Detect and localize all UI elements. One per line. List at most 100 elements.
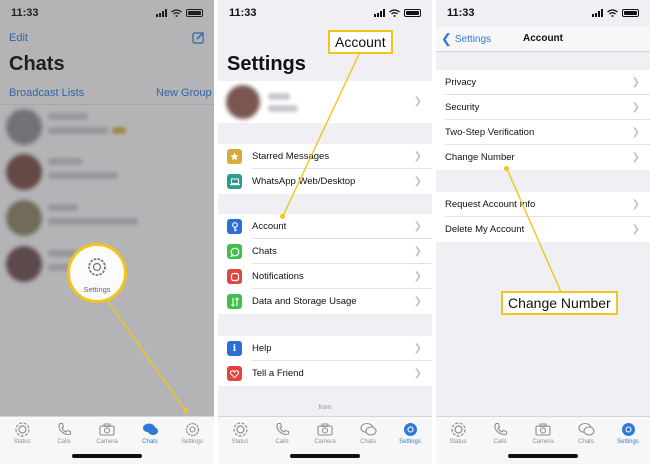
account-item-delete[interactable]: Delete My Account ❯: [436, 217, 650, 242]
settings-item-label: Data and Storage Usage: [252, 296, 357, 307]
tab-bar: Status Calls Camera Chats Settings: [436, 416, 650, 464]
tab-status[interactable]: Status: [438, 422, 478, 445]
battery-icon: [404, 9, 421, 17]
account-callout: Account: [328, 30, 393, 54]
profile-row[interactable]: ❯: [218, 81, 432, 123]
account-item-label: Change Number: [445, 152, 515, 163]
settings-item-web-desktop[interactable]: WhatsApp Web/Desktop ❯: [218, 169, 432, 194]
avatar: [6, 200, 42, 236]
tab-camera[interactable]: Camera: [87, 422, 127, 445]
wifi-icon: [607, 9, 618, 17]
settings-item-notifications[interactable]: Notifications ❯: [218, 264, 432, 289]
settings-item-data-storage[interactable]: Data and Storage Usage ❯: [218, 289, 432, 314]
settings-item-tell-friend[interactable]: Tell a Friend ❯: [218, 361, 432, 386]
callout-dot: [504, 166, 509, 171]
settings-item-starred[interactable]: Starred Messages ❯: [218, 144, 432, 169]
chevron-right-icon: ❯: [631, 127, 640, 138]
settings-item-label: Starred Messages: [252, 151, 330, 162]
callout-label: Settings: [83, 285, 111, 294]
chevron-right-icon: ❯: [413, 96, 422, 107]
tab-label: Settings: [399, 439, 421, 445]
account-item-change-number[interactable]: Change Number ❯: [436, 145, 650, 170]
tab-status[interactable]: Status: [2, 422, 42, 445]
edit-button[interactable]: Edit: [9, 32, 28, 44]
battery-icon: [622, 9, 639, 17]
page-title: Account: [523, 33, 563, 44]
tab-label: Settings: [617, 439, 639, 445]
camera-icon: [99, 423, 115, 436]
tab-chats[interactable]: Chats: [348, 422, 388, 445]
chat-row[interactable]: [0, 104, 214, 150]
new-group-link[interactable]: New Group: [156, 87, 212, 99]
settings-item-label: Tell a Friend: [252, 368, 304, 379]
info-icon: i: [227, 341, 242, 356]
account-item-label: Delete My Account: [445, 224, 525, 235]
tab-bar: Status Calls Camera Chats Settings: [218, 416, 432, 464]
tab-calls[interactable]: Calls: [480, 422, 520, 445]
settings-item-chats[interactable]: Chats ❯: [218, 239, 432, 264]
tab-calls[interactable]: Calls: [262, 422, 302, 445]
status-time: 11:33: [11, 7, 39, 19]
settings-callout: Settings: [67, 243, 127, 303]
account-item-privacy[interactable]: Privacy ❯: [436, 70, 650, 95]
broadcast-lists-link[interactable]: Broadcast Lists: [9, 87, 84, 99]
heart-icon: [227, 366, 242, 381]
status-bar: 11:33: [218, 0, 432, 26]
tab-chats[interactable]: Chats: [566, 422, 606, 445]
chat-row[interactable]: [0, 150, 214, 196]
status-icon: [14, 422, 30, 437]
settings-item-label: WhatsApp Web/Desktop: [252, 176, 356, 187]
chats-icon: [142, 423, 158, 435]
tab-label: Camera: [96, 439, 118, 445]
bell-icon: [227, 269, 242, 284]
tab-settings[interactable]: Settings: [172, 422, 212, 445]
tab-camera[interactable]: Camera: [523, 422, 563, 445]
account-screen: 11:33 ❮ Settings Account Privacy ❯ Secur…: [436, 0, 650, 464]
signal-icon: [156, 9, 167, 17]
change-number-callout: Change Number: [501, 291, 618, 315]
settings-item-account[interactable]: Account ❯: [218, 214, 432, 239]
tab-bar: Status Calls Camera Chats Settings: [0, 416, 214, 464]
tab-status[interactable]: Status: [220, 422, 260, 445]
chevron-right-icon: ❯: [413, 246, 422, 257]
status-icon: [232, 422, 248, 437]
tab-camera[interactable]: Camera: [305, 422, 345, 445]
status-bar: 11:33: [436, 0, 650, 26]
account-item-two-step[interactable]: Two-Step Verification ❯: [436, 120, 650, 145]
star-icon: [227, 149, 242, 164]
chevron-right-icon: ❯: [631, 152, 640, 163]
page-title: Chats: [9, 53, 65, 75]
tab-label: Status: [13, 439, 31, 445]
account-item-label: Privacy: [445, 77, 477, 88]
tab-calls[interactable]: Calls: [44, 422, 84, 445]
callout-dot: [280, 214, 285, 219]
chevron-right-icon: ❯: [413, 151, 422, 162]
tab-settings[interactable]: Settings: [390, 422, 430, 445]
settings-item-label: Chats: [252, 246, 277, 257]
settings-group-3: i Help ❯ Tell a Friend ❯: [218, 336, 432, 386]
page-title: Settings: [227, 53, 306, 75]
battery-icon: [186, 9, 203, 17]
tab-label: Calls: [493, 439, 507, 445]
avatar: [6, 246, 42, 282]
tab-settings[interactable]: Settings: [608, 422, 648, 445]
avatar: [6, 109, 42, 145]
camera-icon: [317, 423, 333, 436]
settings-item-help[interactable]: i Help ❯: [218, 336, 432, 361]
settings-item-label: Notifications: [252, 271, 304, 282]
chevron-right-icon: ❯: [631, 77, 640, 88]
account-item-request-info[interactable]: Request Account Info ❯: [436, 192, 650, 217]
tab-label: Chats: [360, 439, 376, 445]
chevron-right-icon: ❯: [631, 102, 640, 113]
tab-chats[interactable]: Chats: [130, 422, 170, 445]
chevron-right-icon: ❯: [413, 296, 422, 307]
settings-item-label: Help: [252, 343, 272, 354]
tab-label: Chats: [578, 439, 594, 445]
chat-row[interactable]: [0, 196, 214, 242]
account-item-label: Security: [445, 102, 480, 113]
from-label: from: [318, 404, 332, 411]
tab-label: Settings: [181, 439, 203, 445]
account-item-security[interactable]: Security ❯: [436, 95, 650, 120]
chats-icon: [577, 422, 595, 436]
compose-icon[interactable]: [192, 31, 205, 44]
